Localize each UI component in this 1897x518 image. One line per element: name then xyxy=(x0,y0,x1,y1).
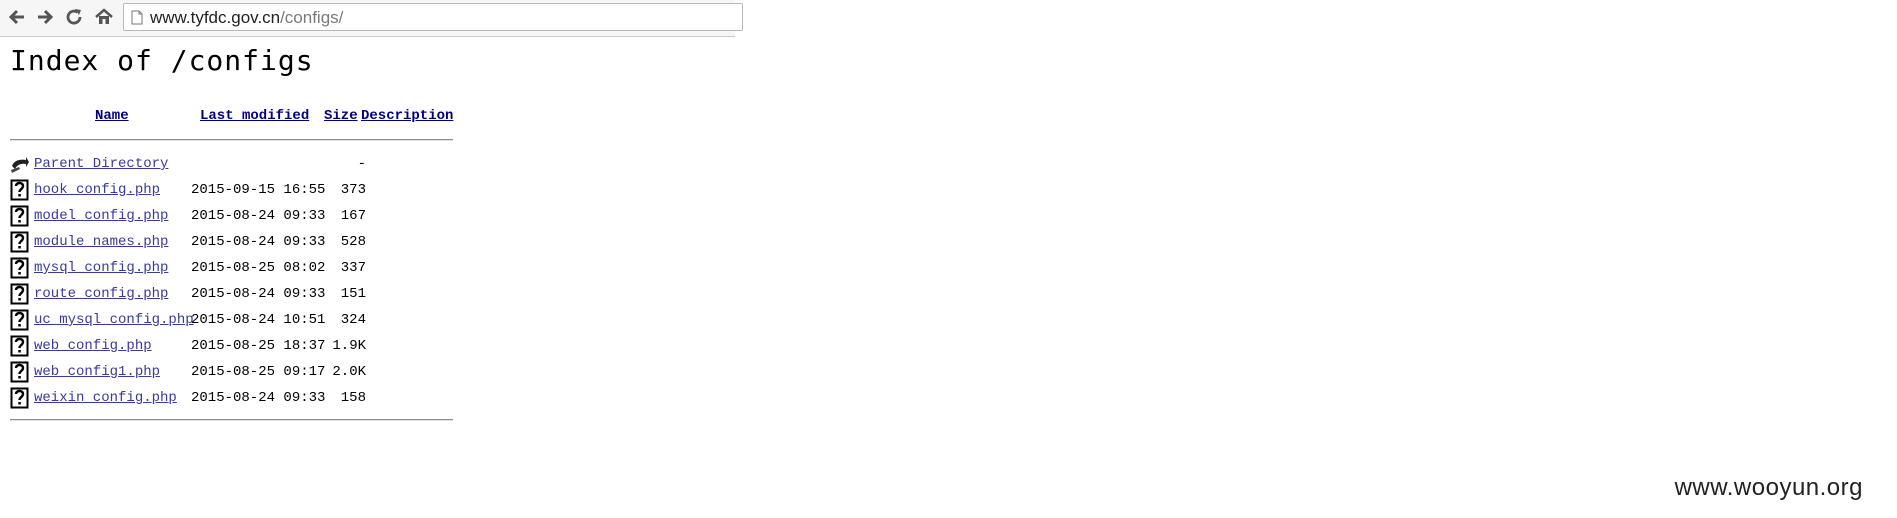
file-row: web_config.php 2015-08-25 18:37 1.9K xyxy=(10,335,470,357)
file-size: 151 xyxy=(340,286,366,302)
sort-by-name-link[interactable]: Name xyxy=(95,108,129,124)
reload-button[interactable] xyxy=(63,6,85,28)
unknown-file-icon xyxy=(10,205,29,227)
file-link[interactable]: module_names.php xyxy=(34,234,168,250)
divider-top xyxy=(10,139,453,141)
file-row: route_config.php 2015-08-24 09:33 151 xyxy=(10,283,470,305)
file-link[interactable]: mysql_config.php xyxy=(34,260,168,276)
file-size: 337 xyxy=(340,260,366,276)
file-row: mysql_config.php 2015-08-25 08:02 337 xyxy=(10,257,470,279)
home-button[interactable] xyxy=(93,6,115,28)
file-modified: 2015-08-24 09:33 xyxy=(191,234,326,250)
file-size: 324 xyxy=(340,312,366,328)
file-link[interactable]: model_config.php xyxy=(34,208,168,224)
file-modified: 2015-08-25 18:37 xyxy=(191,338,326,354)
back-button[interactable] xyxy=(6,6,28,28)
unknown-file-icon xyxy=(10,179,29,201)
file-modified: 2015-08-24 09:33 xyxy=(191,390,326,406)
file-size: 158 xyxy=(340,390,366,406)
file-size: 2.0K xyxy=(332,364,366,380)
file-link[interactable]: web_config1.php xyxy=(34,364,160,380)
file-link[interactable]: uc_mysql_config.php xyxy=(34,312,194,328)
page-icon xyxy=(131,10,143,25)
url-path: /configs/ xyxy=(280,8,344,27)
reload-icon xyxy=(66,9,82,25)
sort-by-modified-link[interactable]: Last modified xyxy=(200,108,309,124)
file-modified: 2015-08-24 10:51 xyxy=(191,312,326,328)
unknown-file-icon xyxy=(10,231,29,253)
forward-arrow-icon xyxy=(38,9,54,25)
unknown-file-icon xyxy=(10,257,29,279)
file-row: hook_config.php 2015-09-15 16:55 373 xyxy=(10,179,470,201)
sort-by-description-link[interactable]: Description xyxy=(361,108,453,124)
file-row: model_config.php 2015-08-24 09:33 167 xyxy=(10,205,470,227)
file-modified: 2015-09-15 16:55 xyxy=(191,182,326,198)
parent-size: - xyxy=(357,156,366,172)
unknown-file-icon xyxy=(10,309,29,331)
parent-directory-row: Parent Directory - xyxy=(10,153,470,175)
divider-bottom xyxy=(10,419,453,421)
file-size: 167 xyxy=(340,208,366,224)
file-row: weixin_config.php 2015-08-24 09:33 158 xyxy=(10,387,470,409)
url-host: www.tyfdc.gov.cn xyxy=(150,8,281,27)
watermark: www.wooyun.org xyxy=(1674,474,1863,501)
file-row: uc_mysql_config.php 2015-08-24 10:51 324 xyxy=(10,309,470,331)
file-modified: 2015-08-24 09:33 xyxy=(191,286,326,302)
unknown-file-icon xyxy=(10,283,29,305)
file-modified: 2015-08-24 09:33 xyxy=(191,208,326,224)
file-row: module_names.php 2015-08-24 09:33 528 xyxy=(10,231,470,253)
address-bar[interactable]: www.tyfdc.gov.cn/configs/ xyxy=(123,3,743,31)
back-arrow-icon xyxy=(8,9,24,25)
sort-by-size-link[interactable]: Size xyxy=(324,108,358,124)
unknown-file-icon xyxy=(10,361,29,383)
file-link[interactable]: route_config.php xyxy=(34,286,168,302)
forward-button[interactable] xyxy=(34,6,56,28)
browser-toolbar: www.tyfdc.gov.cn/configs/ xyxy=(0,0,743,37)
unknown-file-icon xyxy=(10,335,29,357)
file-row: web_config1.php 2015-08-25 09:17 2.0K xyxy=(10,361,470,383)
file-size: 1.9K xyxy=(332,338,366,354)
unknown-file-icon xyxy=(10,387,29,409)
file-link[interactable]: web_config.php xyxy=(34,338,152,354)
file-modified: 2015-08-25 09:17 xyxy=(191,364,326,380)
back-arrow-icon xyxy=(11,157,29,173)
file-size: 373 xyxy=(340,182,366,198)
page-title: Index of /configs xyxy=(10,44,314,77)
file-modified: 2015-08-25 08:02 xyxy=(191,260,326,276)
file-link[interactable]: weixin_config.php xyxy=(34,390,177,406)
file-size: 528 xyxy=(340,234,366,250)
url-text: www.tyfdc.gov.cn/configs/ xyxy=(150,8,343,28)
file-link[interactable]: hook_config.php xyxy=(34,182,160,198)
parent-directory-link[interactable]: Parent Directory xyxy=(34,156,168,172)
home-icon xyxy=(95,8,113,24)
